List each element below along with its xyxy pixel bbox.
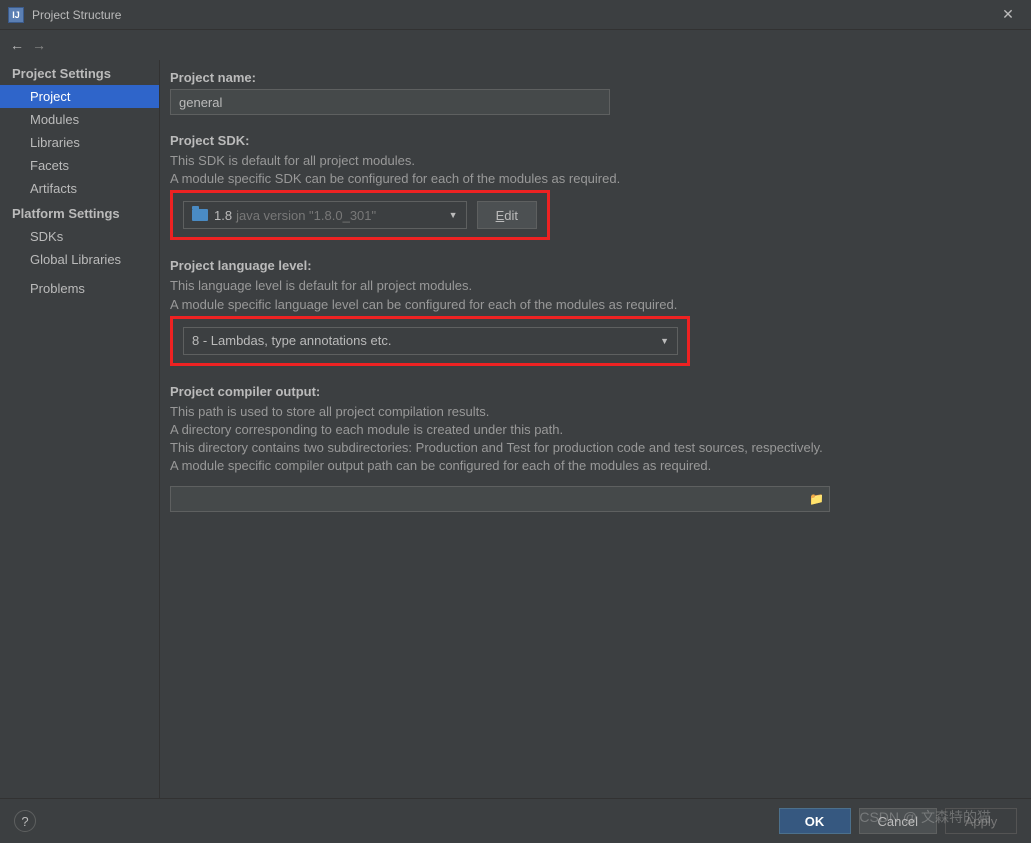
browse-folder-icon[interactable]: 📁: [809, 492, 824, 506]
sdk-highlight-box: 1.8 java version "1.8.0_301" ▼ Edit: [170, 190, 550, 240]
project-name-section: Project name:: [170, 70, 1011, 115]
sidebar: Project Settings Project Modules Librari…: [0, 60, 160, 798]
language-level-desc2: A module specific language level can be …: [170, 296, 1011, 314]
language-level-desc1: This language level is default for all p…: [170, 277, 1011, 295]
language-level-combo[interactable]: 8 - Lambdas, type annotations etc. ▼: [183, 327, 678, 355]
compiler-output-desc3: This directory contains two subdirectori…: [170, 439, 1011, 457]
sidebar-item-project[interactable]: Project: [0, 85, 159, 108]
sidebar-item-facets[interactable]: Facets: [0, 154, 159, 177]
cancel-button[interactable]: Cancel: [859, 808, 937, 834]
chevron-down-icon: ▼: [660, 336, 669, 346]
nav-toolbar: ← →: [0, 30, 1031, 60]
language-level-text: 8 - Lambdas, type annotations etc.: [192, 333, 391, 348]
apply-button: Apply: [945, 808, 1017, 834]
help-button[interactable]: ?: [14, 810, 36, 832]
compiler-output-desc4: A module specific compiler output path c…: [170, 457, 1011, 475]
window-title: Project Structure: [32, 8, 993, 22]
compiler-output-section: Project compiler output: This path is us…: [170, 384, 1011, 512]
ok-button[interactable]: OK: [779, 808, 851, 834]
project-sdk-desc2: A module specific SDK can be configured …: [170, 170, 1011, 188]
sidebar-item-sdks[interactable]: SDKs: [0, 225, 159, 248]
sdk-main-text: 1.8: [214, 208, 232, 223]
sidebar-section-platform-settings: Platform Settings: [0, 200, 159, 225]
folder-icon: [192, 209, 208, 221]
compiler-output-input[interactable]: [170, 486, 830, 512]
sidebar-item-problems[interactable]: Problems: [0, 271, 159, 300]
compiler-output-desc1: This path is used to store all project c…: [170, 403, 1011, 421]
back-arrow-icon[interactable]: ←: [10, 37, 24, 53]
chevron-down-icon: ▼: [449, 210, 458, 220]
project-sdk-combo[interactable]: 1.8 java version "1.8.0_301" ▼: [183, 201, 467, 229]
compiler-output-input-wrap: 📁: [170, 486, 830, 512]
close-icon[interactable]: ✕: [993, 0, 1023, 30]
sidebar-item-libraries[interactable]: Libraries: [0, 131, 159, 154]
sidebar-section-project-settings: Project Settings: [0, 60, 159, 85]
sidebar-item-artifacts[interactable]: Artifacts: [0, 177, 159, 200]
sidebar-item-global-libraries[interactable]: Global Libraries: [0, 248, 159, 271]
edit-sdk-button[interactable]: Edit: [477, 201, 537, 229]
app-icon: IJ: [8, 7, 24, 23]
compiler-output-label: Project compiler output:: [170, 384, 1011, 399]
language-level-section: Project language level: This language le…: [170, 258, 1011, 365]
project-sdk-section: Project SDK: This SDK is default for all…: [170, 133, 1011, 240]
language-level-label: Project language level:: [170, 258, 1011, 273]
footer: ? OK Cancel Apply: [0, 798, 1031, 843]
project-name-label: Project name:: [170, 70, 1011, 85]
sdk-sub-text: java version "1.8.0_301": [236, 208, 376, 223]
titlebar: IJ Project Structure ✕: [0, 0, 1031, 30]
content-panel: Project name: Project SDK: This SDK is d…: [160, 60, 1031, 798]
project-sdk-desc1: This SDK is default for all project modu…: [170, 152, 1011, 170]
compiler-output-desc2: A directory corresponding to each module…: [170, 421, 1011, 439]
project-sdk-label: Project SDK:: [170, 133, 1011, 148]
sidebar-item-modules[interactable]: Modules: [0, 108, 159, 131]
language-level-highlight-box: 8 - Lambdas, type annotations etc. ▼: [170, 316, 690, 366]
project-name-input[interactable]: [170, 89, 610, 115]
forward-arrow-icon: →: [32, 37, 46, 53]
